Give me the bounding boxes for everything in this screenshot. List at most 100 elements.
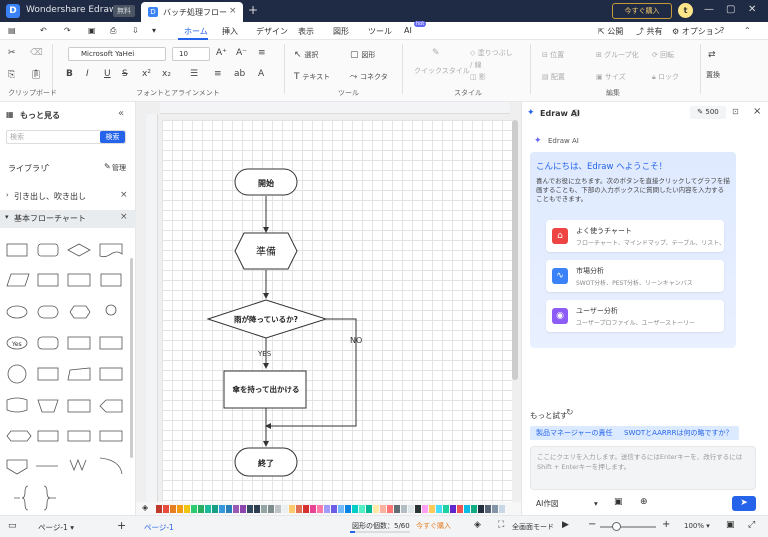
off-page-connector-shape[interactable] [6,459,28,475]
user-analysis-card[interactable]: ◉ ユーザー分析 ユーザープロファイル、ユーザーストーリー [546,300,724,332]
color-swatch[interactable] [401,505,407,513]
options-button[interactable]: ⚙ オプション [672,26,722,37]
category-callouts[interactable]: › 引き出し、吹き出し × [0,188,136,206]
play-icon[interactable]: ▶ [562,520,569,530]
ai-help-icon[interactable]: ⓘ [572,108,580,119]
bold-icon[interactable]: B [66,69,73,79]
manage-button[interactable]: 管理 [112,163,126,173]
color-swatch[interactable] [289,505,295,513]
color-swatch[interactable] [499,505,505,513]
collapse-sidebar-icon[interactable]: « [118,108,124,119]
fullscreen-icon[interactable]: ⛶ [498,520,504,530]
group-button[interactable]: ⊞ グループ化 [596,50,639,60]
font-size-select[interactable]: 10 [172,47,210,61]
color-swatch[interactable] [485,505,491,513]
library-toggle-icon[interactable]: ⌃ [44,163,51,172]
cut-icon[interactable]: ✂ [8,48,16,58]
export-icon[interactable]: ⇩ [132,26,139,35]
text-tool[interactable]: T テキスト [294,72,330,82]
zoom-slider[interactable] [600,526,656,528]
more-icon[interactable]: ▾ [152,26,156,35]
shadow-button[interactable]: ◫ 影 [470,72,486,82]
cylinder-shape[interactable] [37,336,59,350]
color-swatch[interactable] [184,505,190,513]
preparation-shape[interactable] [6,430,32,442]
rounded-rectangle-shape[interactable] [37,243,59,257]
color-swatch[interactable] [247,505,253,513]
trapezoid-shape[interactable] [37,399,59,413]
publish-button[interactable]: ⇱ 公開 [598,26,623,37]
color-swatch[interactable] [219,505,225,513]
color-swatch[interactable] [345,505,351,513]
avatar[interactable]: t [678,3,693,18]
color-swatch[interactable] [303,505,309,513]
color-swatch[interactable] [268,505,274,513]
align-icon[interactable]: ≡ [214,69,222,79]
color-swatch[interactable] [429,505,435,513]
market-analysis-card[interactable]: ∿ 市場分析 SWOT分析、PEST分析、リーンキャンバス [546,260,724,292]
sidebar-scrollbar[interactable] [130,258,133,458]
send-button[interactable]: ➤ [732,496,756,511]
sort-shape[interactable] [67,430,91,442]
color-swatch[interactable] [233,505,239,513]
collate-shape[interactable] [37,430,59,442]
manage-icon[interactable]: ✎ [104,162,111,171]
zigzag-shape[interactable] [69,458,87,472]
redo-icon[interactable]: ↷ [64,26,71,35]
decrease-font-icon[interactable]: A⁻ [236,48,247,58]
color-swatch[interactable] [436,505,442,513]
color-swatch[interactable] [163,505,169,513]
close-category-icon[interactable]: × [120,190,128,200]
undo-icon[interactable]: ↶ [40,26,47,35]
color-swatch[interactable] [408,505,414,513]
add-page-icon[interactable]: + [117,519,126,532]
maximize-icon[interactable]: ▢ [726,4,735,15]
internal-storage-shape[interactable] [67,273,91,287]
color-swatch[interactable] [366,505,372,513]
parallelogram-shape[interactable] [6,273,30,287]
font-color-icon[interactable]: A [258,69,264,79]
page-select[interactable]: ページ-1 ▾ [38,522,74,533]
add-tab-icon[interactable]: + [248,3,258,17]
color-swatch[interactable] [156,505,162,513]
paste-icon[interactable]: 📋︎ [30,70,41,80]
layers-icon[interactable]: ◈ [474,520,481,530]
tab-ai[interactable]: AI [404,26,412,35]
tab-design[interactable]: デザイン [256,26,288,37]
common-charts-card[interactable]: ⌂ よく使うチャート フローチャート、マインドマップ、テーブル、リスト、タイムラ… [546,220,724,252]
color-swatch[interactable] [380,505,386,513]
color-swatch[interactable] [415,505,421,513]
fill-bucket-icon[interactable]: ◈ [142,503,148,512]
share-button[interactable]: ⤴ 共有 [636,26,663,37]
color-swatch[interactable] [310,505,316,513]
merge-shape[interactable] [99,430,123,442]
font-family-select[interactable]: Microsoft YaHei [68,47,166,61]
format-painter-icon[interactable]: ⌫ [30,48,43,58]
tab-insert[interactable]: 挿入 [222,26,238,37]
line-spacing-icon[interactable]: ☰ [190,69,198,79]
color-swatch[interactable] [240,505,246,513]
zoom-out-icon[interactable]: − [588,519,596,530]
hexagon-shape[interactable] [69,305,91,319]
text-highlight-icon[interactable]: ab [234,69,245,79]
zoom-slider-handle[interactable] [612,522,621,531]
close-tab-icon[interactable]: × [229,6,237,16]
buy-now-link[interactable]: 今すぐ購入 [416,521,451,531]
color-swatch[interactable] [331,505,337,513]
replace-label[interactable]: 置換 [706,70,720,80]
fill-button[interactable]: ◇ 塗りつぶし [470,48,513,58]
color-swatch[interactable] [394,505,400,513]
refresh-icon[interactable]: ↻ [566,408,574,418]
color-swatch[interactable] [457,505,463,513]
connector-shape[interactable] [7,364,27,384]
arrange-button[interactable]: ▤ 配置 [542,72,565,82]
color-swatch[interactable] [324,505,330,513]
display-shape[interactable] [67,336,91,350]
color-swatch[interactable] [177,505,183,513]
superscript-icon[interactable]: x₂ [162,69,171,79]
delay-shape[interactable] [99,336,123,350]
shape-tool[interactable]: ▢ 図形 [350,50,375,60]
diamond-shape[interactable] [67,243,91,257]
color-swatch[interactable] [191,505,197,513]
text-align-icon[interactable]: ≡ [258,48,266,58]
